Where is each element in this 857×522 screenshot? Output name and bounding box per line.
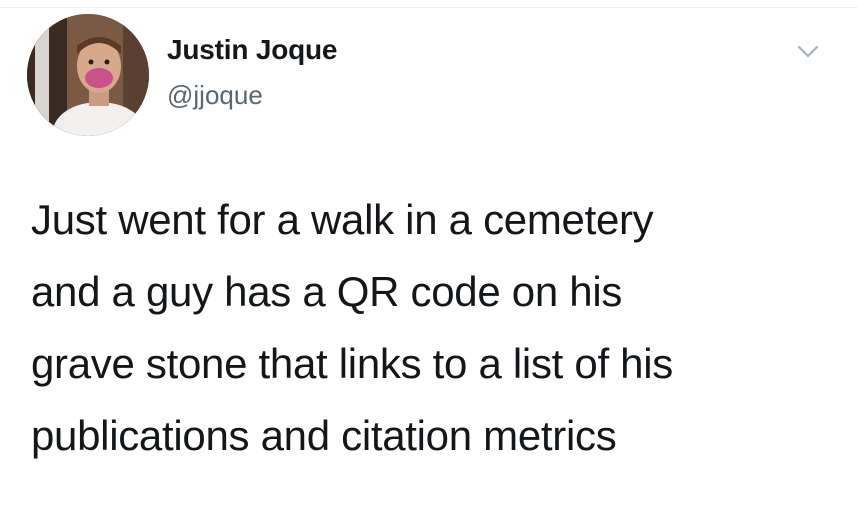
author-handle[interactable]: @jjoque	[167, 80, 263, 111]
tweet-text-line: publications and citation metrics	[31, 412, 617, 459]
chevron-down-icon	[797, 45, 819, 58]
tweet-text-line: Just went for a walk in a cemetery	[31, 196, 654, 243]
author-display-name[interactable]: Justin Joque	[167, 34, 337, 66]
tweet-text: Just went for a walk in a cemetery and a…	[31, 184, 831, 472]
tweet-text-line: and a guy has a QR code on his	[31, 268, 623, 315]
tweet-menu-button[interactable]	[788, 38, 828, 66]
tweet-card: Justin Joque @jjoque Just went for a wal…	[0, 0, 857, 522]
tweet-text-line: grave stone that links to a list of his	[31, 340, 673, 387]
user-avatar-photo-icon	[27, 14, 149, 136]
avatar[interactable]	[27, 14, 149, 136]
